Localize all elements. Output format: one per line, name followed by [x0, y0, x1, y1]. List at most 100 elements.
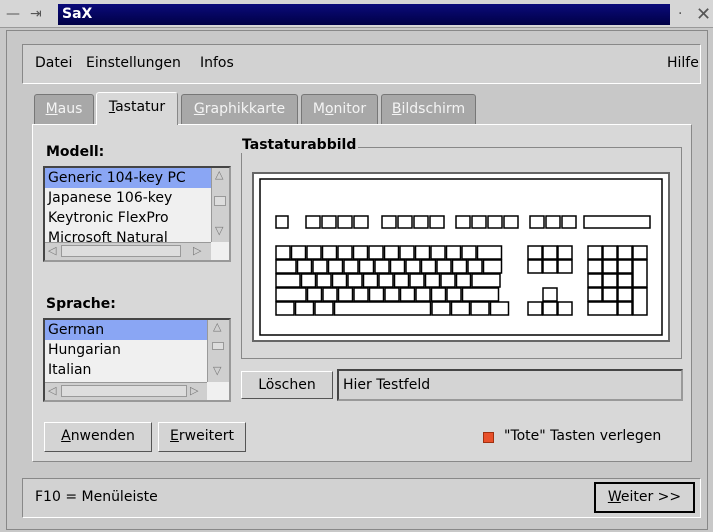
keyboard-key — [353, 215, 369, 229]
scroll-right-icon[interactable]: ▷ — [193, 244, 201, 257]
keyboard-key — [602, 259, 618, 274]
keyboard-key — [275, 287, 307, 302]
tab-tastatur[interactable]: Tastatur — [96, 92, 178, 125]
keyboard-key — [316, 273, 332, 288]
button-label: eiter >> — [620, 489, 682, 505]
keyboard-key — [471, 273, 501, 288]
keyboard-key — [451, 259, 468, 274]
keyboard-key — [399, 287, 416, 302]
language-listbox[interactable]: German Hungarian Italian △ ▽ ◁ ▷ — [43, 318, 231, 402]
menu-hilfe[interactable]: Hilfe — [667, 55, 699, 71]
list-item[interactable]: Japanese 106-key — [45, 188, 211, 208]
clear-button[interactable]: Löschen — [241, 371, 333, 399]
minimize-icon[interactable]: · — [678, 4, 682, 25]
menu-einstellungen[interactable]: Einstellungen — [86, 55, 181, 71]
keyboard-key — [587, 287, 603, 302]
keyboard-key — [314, 301, 334, 316]
button-mnemonic: W — [607, 489, 621, 505]
menu-infos[interactable]: Infos — [200, 55, 234, 71]
tab-maus[interactable]: Maus — [34, 94, 94, 124]
scroll-thumb[interactable] — [212, 342, 224, 350]
tab-graphikkarte[interactable]: Graphikkarte — [181, 94, 298, 124]
language-hscrollbar[interactable]: ◁ ▷ — [45, 382, 207, 400]
keyboard-key — [389, 259, 406, 274]
keyboard-key — [617, 259, 633, 274]
keyboard-key — [487, 215, 503, 229]
keyboard-key — [337, 245, 353, 260]
keyboard-key — [617, 301, 633, 316]
button-mnemonic: E — [170, 428, 179, 444]
keyboard-key — [527, 301, 543, 316]
title-highlight — [58, 4, 670, 25]
keyboard-key — [445, 245, 462, 260]
list-item[interactable]: Keytronic FlexPro — [45, 208, 211, 228]
menu-datei[interactable]: Datei — [35, 55, 72, 71]
tab-label: astatur — [115, 99, 166, 115]
dead-keys-label: "Tote" Tasten verlegen — [504, 428, 662, 444]
keyboard-key — [368, 245, 384, 260]
tab-mnemonic: M — [45, 101, 58, 117]
keyboard-key — [327, 259, 344, 274]
window-menu-icon[interactable]: — — [6, 4, 20, 25]
advanced-button[interactable]: Erweitert — [158, 422, 246, 452]
keyboard-key — [450, 301, 471, 316]
list-item[interactable]: Italian — [45, 360, 207, 380]
next-button[interactable]: Weiter >> — [594, 482, 695, 513]
model-listbox[interactable]: Generic 104-key PC Japanese 106-key Keyt… — [43, 166, 231, 262]
keyboard-key — [471, 215, 487, 229]
list-item[interactable]: German — [45, 320, 207, 340]
list-item[interactable]: Generic 104-key PC — [45, 168, 211, 188]
list-item[interactable]: Hungarian — [45, 340, 207, 360]
keyboard-key — [306, 245, 322, 260]
apply-button[interactable]: Anwenden — [44, 422, 152, 452]
scroll-thumb[interactable] — [214, 196, 226, 206]
keyboard-key — [430, 245, 446, 260]
keyboard-key — [431, 301, 451, 316]
tab-bildschirm[interactable]: Bildschirm — [381, 94, 476, 124]
keyboard-key — [602, 245, 618, 260]
test-field[interactable]: Hier Testfeld — [337, 369, 683, 401]
scroll-right-icon[interactable]: ▷ — [190, 384, 198, 397]
scroll-left-icon[interactable]: ◁ — [48, 244, 56, 257]
keyboard-key — [275, 259, 297, 274]
keyboard-key — [321, 245, 338, 260]
language-vscrollbar[interactable]: △ ▽ — [207, 320, 229, 382]
scroll-up-icon[interactable]: △ — [215, 168, 223, 181]
keyboard-key — [322, 287, 338, 302]
model-hscrollbar[interactable]: ◁ ▷ — [45, 242, 211, 260]
scroll-thumb[interactable] — [61, 245, 181, 257]
keyboard-key — [399, 245, 415, 260]
scroll-left-icon[interactable]: ◁ — [48, 384, 56, 397]
keyboard-key — [347, 273, 363, 288]
keyboard-key — [632, 287, 648, 316]
keyboard-key — [300, 273, 317, 288]
pin-icon[interactable]: ⇥ — [30, 4, 42, 25]
scroll-up-icon[interactable]: △ — [213, 320, 221, 333]
keyboard-key — [384, 287, 400, 302]
tab-monitor[interactable]: Monitor — [301, 94, 378, 124]
keyboard-key — [455, 273, 472, 288]
scroll-down-icon[interactable]: ▽ — [213, 364, 221, 377]
tab-mnemonic: B — [391, 101, 402, 117]
keyboard-key — [374, 259, 390, 274]
keyboard-key — [331, 273, 348, 288]
keyboard-key — [440, 273, 456, 288]
keyboard-key — [587, 245, 603, 260]
keyboard-key — [368, 287, 385, 302]
dead-keys-checkbox[interactable] — [483, 432, 494, 443]
keyboard-key — [587, 301, 618, 316]
keyboard-key — [527, 259, 543, 274]
language-label: Sprache: — [46, 296, 116, 312]
keyboard-key — [557, 259, 573, 274]
keyboard-key — [583, 215, 651, 229]
keyboard-key — [397, 215, 413, 229]
scroll-down-icon[interactable]: ▽ — [215, 224, 223, 237]
model-vscrollbar[interactable]: △ ▽ — [211, 168, 229, 242]
keyboard-key — [617, 245, 633, 260]
close-icon[interactable]: ✕ — [696, 4, 711, 25]
keyboard-key — [489, 301, 510, 316]
keyboard-key — [461, 287, 500, 302]
keyboard-key — [414, 245, 431, 260]
scroll-thumb[interactable] — [61, 385, 187, 397]
keyboard-key — [587, 273, 603, 288]
